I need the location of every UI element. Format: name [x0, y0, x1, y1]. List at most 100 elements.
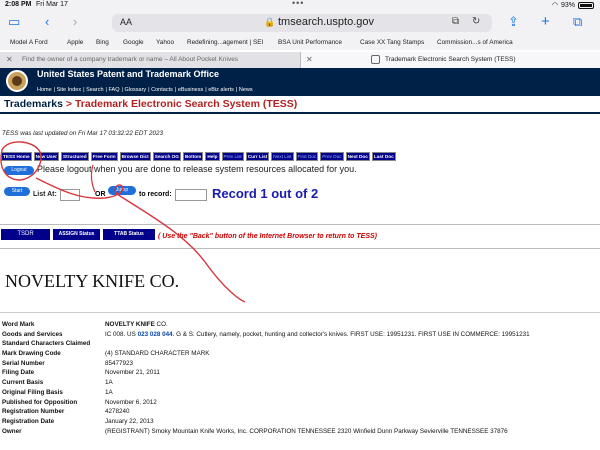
- or-label: OR: [95, 191, 106, 198]
- nav-button-free-form[interactable]: Free Form: [90, 152, 118, 161]
- header-link-home[interactable]: Home: [37, 87, 52, 93]
- header-link-news[interactable]: News: [239, 87, 253, 93]
- nav-button-curr-list[interactable]: Curr List: [245, 152, 270, 161]
- battery-percent: 93%: [560, 1, 575, 9]
- bookmark-item[interactable]: BSA Unit Performance: [278, 39, 342, 46]
- uspto-header: United States Patent and Trademark Offic…: [0, 68, 600, 96]
- to-record-input[interactable]: [175, 189, 207, 201]
- breadcrumb-separator: >: [62, 98, 75, 110]
- tsdr-button[interactable]: TSDR: [1, 229, 50, 240]
- divider: [0, 312, 600, 313]
- bookmark-item[interactable]: Redefining...agement | SEI: [187, 39, 263, 46]
- back-arrow-icon[interactable]: ‹: [45, 15, 49, 29]
- jump-button[interactable]: Jump: [108, 186, 136, 195]
- field-label: Word Mark: [2, 321, 35, 328]
- bookmark-item[interactable]: Yahoo: [156, 39, 174, 46]
- bookmark-item[interactable]: Google: [123, 39, 144, 46]
- field-label: Owner: [2, 427, 22, 435]
- translate-icon[interactable]: ⧉: [452, 16, 459, 27]
- list-at-input[interactable]: [60, 189, 80, 201]
- reload-icon[interactable]: ↻: [472, 16, 480, 27]
- header-link-ebiz-alerts[interactable]: eBiz alerts: [208, 87, 234, 93]
- field-value: NOVELTY KNIFE CO.: [105, 321, 168, 328]
- start-button[interactable]: Start: [4, 187, 30, 196]
- browser-toolbar: ▭ ‹ › AA 🔒 tmsearch.uspto.gov ⧉ ↻ ⇪ + ⧉: [0, 10, 600, 36]
- forward-arrow-icon[interactable]: ›: [73, 15, 77, 29]
- tab-tess[interactable]: ✕ Trademark Electronic Search System (TE…: [300, 52, 600, 68]
- nav-button-search-og[interactable]: Search OG: [152, 152, 181, 161]
- nav-button-tess-home[interactable]: TESS Home: [1, 152, 32, 161]
- field-row: Registration Date January 22, 2013: [2, 418, 600, 428]
- ttab-status-button[interactable]: TTAB Status: [103, 229, 155, 240]
- nav-button-bottom[interactable]: Bottom: [182, 152, 204, 161]
- tabs-overview-icon[interactable]: ⧉: [573, 15, 582, 29]
- field-label: Registration Number: [2, 408, 65, 416]
- field-row: Filing Date November 21, 2011: [2, 369, 600, 379]
- nav-button-last-doc[interactable]: Last Doc: [371, 152, 396, 161]
- header-link-contacts[interactable]: Contacts: [151, 87, 173, 93]
- field-label: Standard Characters Claimed: [2, 340, 91, 348]
- header-link-glossary[interactable]: Glossary: [124, 87, 146, 93]
- nav-button-structured[interactable]: Structured: [60, 152, 89, 161]
- field-value: November 6, 2012: [105, 398, 157, 406]
- divider: [0, 248, 600, 249]
- bookmark-item[interactable]: Bing: [96, 39, 109, 46]
- field-row: Original Filing Basis 1A: [2, 389, 600, 399]
- bookmark-item[interactable]: Commission...s of America: [437, 39, 513, 46]
- nav-button-next-list[interactable]: Next List: [271, 152, 294, 161]
- nav-button-prev-doc[interactable]: Prev Doc: [320, 152, 344, 161]
- status-date: Fri Mar 17: [36, 1, 68, 8]
- nav-button-browse-dict[interactable]: Browse Dict: [119, 152, 151, 161]
- title-divider: [0, 112, 600, 114]
- address-bar[interactable]: AA 🔒 tmsearch.uspto.gov ⧉ ↻: [112, 14, 492, 32]
- nav-button-prev-list[interactable]: Prev List: [221, 152, 244, 161]
- assign-status-button[interactable]: ASSIGN Status: [53, 229, 100, 240]
- nav-button-help[interactable]: Help: [205, 152, 220, 161]
- bookmarks-bar: Model A Ford Apple Bing Google Yahoo Red…: [0, 36, 600, 50]
- logout-button[interactable]: Logout: [4, 166, 34, 175]
- breadcrumb-trademarks[interactable]: Trademarks: [4, 98, 63, 110]
- field-label: Filing Date: [2, 369, 35, 377]
- bookmark-item[interactable]: Model A Ford: [10, 39, 48, 46]
- field-row: Serial Number 85477923: [2, 360, 600, 370]
- field-row: Registration Number 4278240: [2, 408, 600, 418]
- header-link-faq[interactable]: FAQ: [108, 87, 119, 93]
- back-button-note: ( Use the "Back" button of the Internet …: [158, 233, 377, 240]
- close-tab-icon[interactable]: ✕: [6, 55, 13, 64]
- header-link-ebusiness[interactable]: eBusiness: [178, 87, 203, 93]
- us-class-links[interactable]: 023 028 044: [138, 331, 173, 338]
- nav-button-first-doc[interactable]: First Doc: [295, 152, 319, 161]
- tab-title: Find the owner of a company trademark or…: [22, 56, 239, 63]
- bookmark-item[interactable]: Apple: [67, 39, 83, 46]
- header-link-search[interactable]: Search: [86, 87, 103, 93]
- tab-favicon-icon: [371, 55, 380, 64]
- nav-button-next-doc[interactable]: Next Doc: [345, 152, 370, 161]
- word-mark-suffix: CO.: [154, 321, 168, 328]
- uspto-seal-logo[interactable]: [6, 70, 28, 92]
- field-row: Owner (REGISTRANT) Smoky Mountain Knife …: [2, 428, 600, 438]
- share-icon[interactable]: ⇪: [508, 15, 519, 29]
- reader-aa-icon[interactable]: AA: [120, 17, 132, 27]
- field-row: Goods and Services IC 008. US 023 028 04…: [2, 331, 600, 341]
- close-tab-icon[interactable]: ✕: [306, 55, 313, 64]
- word-mark-bold: NOVELTY KNIFE: [105, 321, 155, 328]
- field-label: Published for Opposition: [2, 398, 78, 406]
- url-text[interactable]: tmsearch.uspto.gov: [278, 16, 374, 28]
- list-at-label: List At:: [33, 191, 57, 198]
- sidebar-icon[interactable]: ▭: [8, 15, 20, 29]
- multitask-dots-icon[interactable]: •••: [292, 0, 304, 8]
- field-label: Mark Drawing Code: [2, 350, 61, 358]
- field-label: Goods and Services: [2, 330, 63, 338]
- field-row: Mark Drawing Code (4) STANDARD CHARACTER…: [2, 350, 600, 360]
- new-tab-icon[interactable]: +: [541, 14, 550, 29]
- bookmark-item[interactable]: Case XX Tang Stamps: [360, 39, 424, 46]
- header-link-site-index[interactable]: Site Index: [57, 87, 81, 93]
- mark-display-text: NOVELTY KNIFE CO.: [5, 271, 180, 291]
- goods-text: . G & S: Cutlery, namely, pocket, huntin…: [172, 330, 530, 338]
- nav-button-new-user[interactable]: New User: [33, 152, 59, 161]
- to-record-label: to record:: [139, 191, 172, 198]
- tab-pocket-knives[interactable]: ✕ Find the owner of a company trademark …: [0, 52, 300, 68]
- field-label: Registration Date: [2, 417, 55, 425]
- last-updated-text: TESS was last updated on Fri Mar 17 03:3…: [2, 130, 164, 137]
- tab-bar: ✕ Find the owner of a company trademark …: [0, 52, 600, 68]
